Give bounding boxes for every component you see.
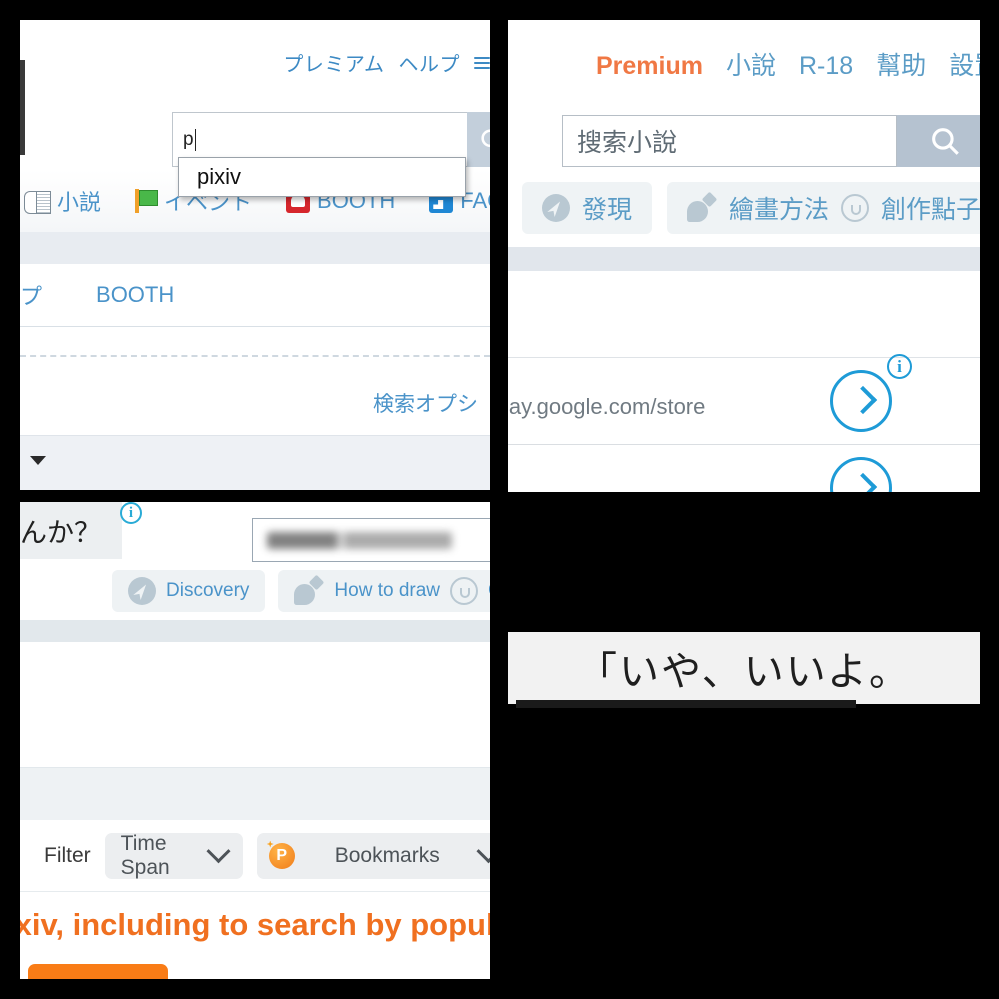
nav-item-novel-label: 小説 [57, 190, 102, 215]
search-input[interactable] [252, 518, 490, 562]
chip-discover[interactable]: 發現 [522, 182, 653, 234]
time-span-select[interactable]: Time Span [104, 831, 243, 879]
chip-creative-ideas-label: Creative Id [488, 580, 490, 602]
tooltip-text: んか？ [20, 502, 122, 559]
link-help-jp[interactable]: ヘルプ [399, 48, 461, 77]
nav-item-novel[interactable]: 小説 [24, 185, 101, 217]
panel-en-pixiv-search: んか？ i Discovery How to draw Creative Id [20, 502, 490, 979]
search-input-value: p [183, 128, 194, 150]
filter-label: Filter [44, 843, 91, 867]
en-secondary-band [20, 767, 490, 821]
pen-icon [687, 194, 717, 222]
cta-button[interactable] [28, 964, 168, 979]
search-button[interactable] [467, 112, 490, 167]
chevron-down-icon [206, 839, 231, 864]
chip-discovery-label: Discovery [166, 580, 250, 601]
zh-content-card [508, 271, 980, 358]
hamburger-icon[interactable] [474, 54, 490, 72]
zh-top-links: Premium 小說 R-18 幫助 設置 [596, 46, 980, 82]
search-options-link[interactable]: 検索オプシ [373, 388, 478, 418]
chip-how-to-draw[interactable]: How to draw Creative Id [278, 570, 490, 612]
info-icon[interactable]: i [120, 502, 142, 524]
link-premium-jp[interactable]: プレミアム [283, 48, 384, 77]
premium-p-badge-icon: P [268, 842, 295, 869]
subtitle-text: 「いや、いいよ。 [577, 649, 911, 695]
compass-icon [542, 194, 570, 222]
compass-icon [128, 577, 156, 605]
bulb-icon [841, 194, 870, 222]
filter-row: Filter Time Span P Bookmarks [20, 820, 490, 892]
secondary-item-1[interactable]: プ [20, 279, 42, 311]
flag-icon [135, 189, 159, 213]
link-help-zh[interactable]: 幫助 [876, 46, 926, 82]
panel-jp-pixiv-header: プレミアム ヘルプ p pixiv 小説 イベント BOOTH FA プ BOO… [20, 20, 490, 490]
dashed-divider [20, 355, 490, 357]
ad-row-1[interactable]: lay.google.com/store i [508, 354, 980, 445]
search-suggestion-item[interactable]: pixiv [178, 157, 466, 197]
en-search-bar[interactable] [252, 518, 490, 562]
link-settings-label: 設置 [949, 52, 980, 80]
en-gray-band [20, 620, 490, 642]
book-icon [24, 190, 51, 214]
chip-how-to-draw[interactable]: 繪畫方法 創作點子 [667, 182, 980, 234]
en-suggestion-chips: Discovery How to draw Creative Id [112, 570, 490, 612]
time-span-value: Time Span [120, 831, 170, 879]
ad-row-2[interactable]: ンが豊富 play.google.com/store [508, 445, 980, 492]
info-icon[interactable]: i [887, 354, 912, 379]
chevron-down-icon [476, 839, 490, 864]
bulb-icon [450, 577, 479, 605]
search-input[interactable]: 搜索小說 [562, 115, 897, 167]
chip-how-to-draw-label: 繪畫方法 [729, 196, 830, 224]
jp-top-links: プレミアム ヘルプ [283, 48, 490, 77]
redacted-search-value [267, 532, 452, 549]
en-results-area [20, 642, 490, 767]
ad-url-1: lay.google.com/store [508, 394, 706, 419]
zh-search-bar[interactable]: 搜索小說 [562, 115, 980, 167]
left-edge-strip [20, 60, 25, 155]
zh-gray-band [508, 247, 980, 271]
jp-secondary-row: プ BOOTH [20, 264, 490, 327]
link-r18-zh[interactable]: R-18 [799, 52, 853, 81]
chip-how-to-draw-label: How to draw [334, 580, 441, 601]
panel-zh-pixiv-header: Premium 小說 R-18 幫助 設置 搜索小說 發現 繪畫方法 [508, 20, 980, 492]
subtitle-strip-shadow [516, 700, 856, 708]
link-novel-zh[interactable]: 小說 [726, 46, 776, 82]
chip-discovery[interactable]: Discovery [112, 570, 266, 612]
chip-discover-label: 發現 [582, 196, 633, 224]
chevron-right-icon[interactable] [830, 370, 892, 432]
chevron-right-icon[interactable] [830, 457, 892, 492]
zh-suggestion-chips: 發現 繪畫方法 創作點子 [522, 182, 980, 234]
panel-subtitle-strip: 「いや、いいよ。 [508, 632, 980, 704]
secondary-item-booth[interactable]: BOOTH [96, 282, 174, 308]
link-premium-zh[interactable]: Premium [596, 52, 703, 81]
search-button[interactable] [897, 115, 980, 167]
promo-headline: ixiv, including to search by populari [20, 907, 490, 942]
bookmarks-select[interactable]: P Bookmarks [256, 832, 490, 879]
jp-footer-band [20, 435, 490, 490]
bookmarks-value: Bookmarks [334, 843, 440, 867]
pen-icon [294, 577, 324, 605]
caret-down-icon[interactable] [30, 456, 46, 465]
chip-creative-ideas-label: 創作點子 [881, 196, 980, 224]
screenshot-collage: プレミアム ヘルプ p pixiv 小説 イベント BOOTH FA プ BOO… [0, 0, 999, 999]
link-settings-zh[interactable]: 設置 [949, 46, 980, 82]
text-caret [194, 128, 196, 151]
jp-gray-band [20, 232, 490, 265]
